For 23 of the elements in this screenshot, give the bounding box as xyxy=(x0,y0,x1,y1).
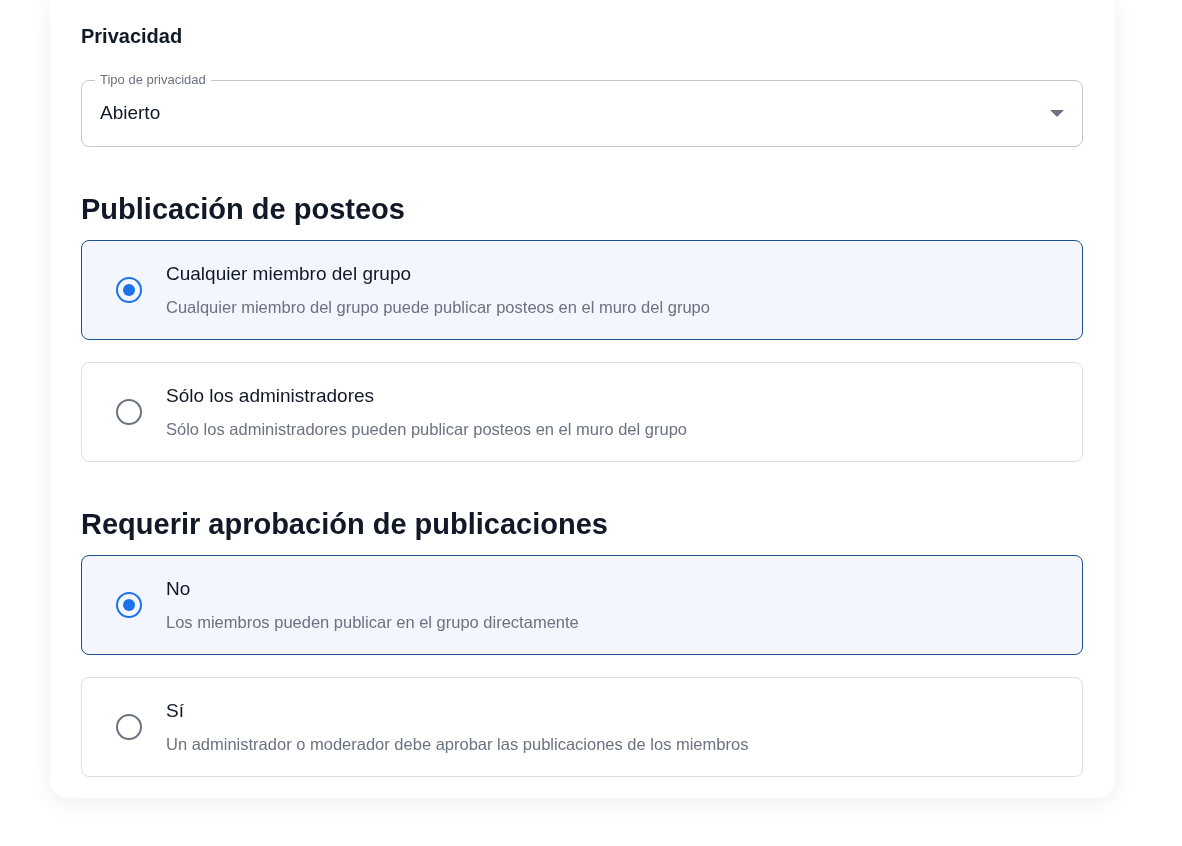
option-title: Sí xyxy=(166,699,185,723)
section-heading: Requerir aprobación de publicaciones xyxy=(81,507,609,542)
caret-icon xyxy=(1050,109,1064,117)
radio-button[interactable] xyxy=(116,399,142,425)
radio-option-card[interactable]: Sí Un administrador o moderador debe aprobar las publicaciones de los miembros xyxy=(81,677,1083,777)
section-heading: Publicación de posteos xyxy=(81,192,406,227)
select-value: Abierto xyxy=(100,100,161,125)
option-description: Un administrador o moderador debe aprobar las publicaciones de los miembros xyxy=(166,734,749,755)
radio-button[interactable] xyxy=(116,714,142,740)
radio-option-card[interactable]: No Los miembros pueden publicar en el grupo directamente xyxy=(81,555,1083,655)
option-title: No xyxy=(166,577,192,601)
radio-option-card[interactable]: Cualquier miembro del grupo Cualquier miembro del grupo puede publicar posteos en el muro del grupo xyxy=(81,240,1083,340)
option-description: Cualquier miembro del grupo puede publicar posteos en el muro del grupo xyxy=(166,297,710,318)
option-description: Los miembros pueden publicar en el grupo directamente xyxy=(166,612,579,633)
radio-button[interactable] xyxy=(116,277,142,303)
section-heading: Privacidad xyxy=(81,24,184,48)
option-description: Sólo los administradores pueden publicar posteos en el muro del grupo xyxy=(166,419,687,440)
option-title: Sólo los administradores xyxy=(166,384,376,408)
privacy-select[interactable]: Tipo de privacidad Abierto xyxy=(81,72,1083,147)
radio-option-card[interactable]: Sólo los administradores Sólo los administradores pueden publicar posteos en el muro del grupo xyxy=(81,362,1083,462)
option-title: Cualquier miembro del grupo xyxy=(166,262,412,286)
radio-button[interactable] xyxy=(116,592,142,618)
field-label: Tipo de privacidad xyxy=(99,72,207,88)
